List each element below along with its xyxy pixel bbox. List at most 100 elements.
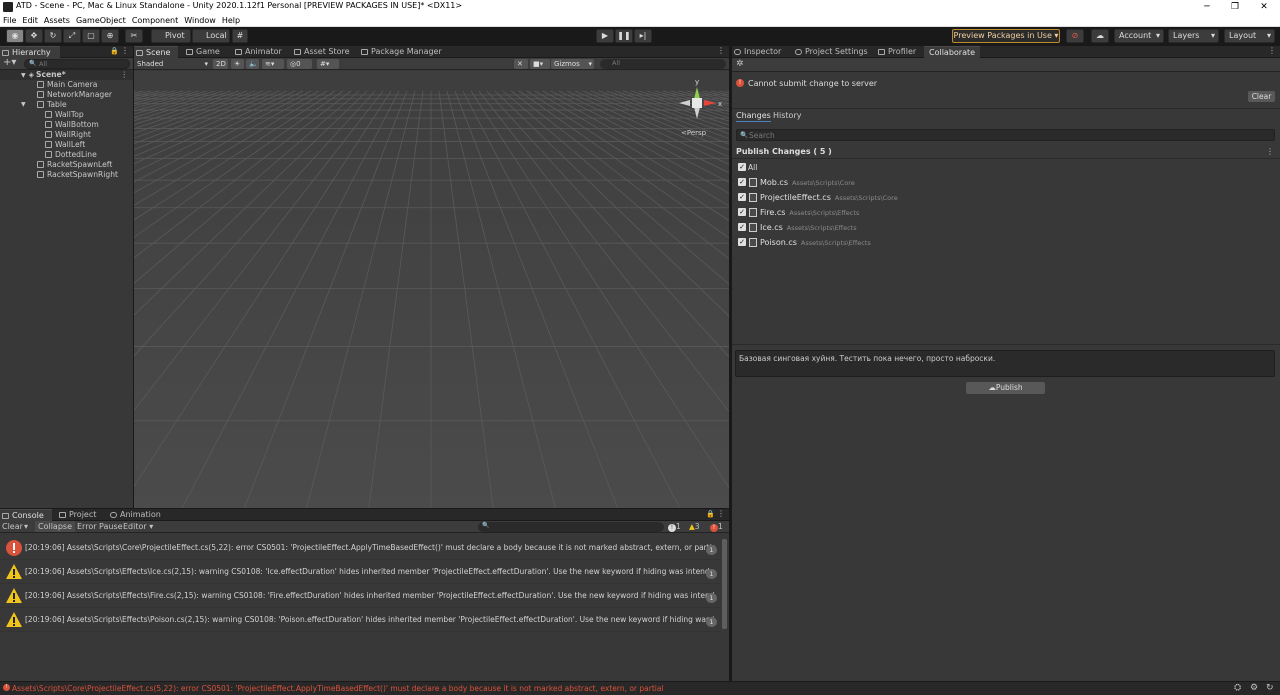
select-all-checkbox[interactable]: ✓ bbox=[738, 163, 746, 171]
tab-collaborate[interactable]: Collaborate bbox=[924, 46, 980, 58]
publish-button[interactable]: ☁Publish bbox=[966, 382, 1045, 394]
lock-icon[interactable]: 🔒 bbox=[706, 510, 715, 518]
tools-icon[interactable]: ✕ bbox=[514, 59, 528, 69]
pause-button[interactable]: ❚❚ bbox=[615, 29, 633, 43]
collab-search-input[interactable]: 🔍 Search bbox=[736, 129, 1275, 141]
persp-label[interactable]: <Persp bbox=[681, 129, 706, 137]
lock-icon[interactable]: 🔒 bbox=[110, 47, 119, 55]
tab-changes[interactable]: Changes bbox=[736, 111, 771, 122]
custom-tool-icon[interactable]: ✂ bbox=[125, 29, 143, 43]
effects-icon[interactable]: ≋▾ bbox=[262, 59, 284, 69]
maximize-icon[interactable]: ❐ bbox=[1221, 0, 1249, 14]
hierarchy-item[interactable]: WallLeft bbox=[0, 140, 133, 150]
tab-game[interactable]: Game bbox=[184, 46, 224, 58]
tab-history[interactable]: History bbox=[773, 111, 801, 120]
clear-options-icon[interactable]: ▾ bbox=[24, 522, 28, 531]
orientation-gizmo[interactable]: y x <Persp bbox=[674, 75, 724, 137]
account-dropdown[interactable]: Account ▾ bbox=[1114, 29, 1164, 43]
tab-project[interactable]: Project bbox=[57, 509, 102, 521]
warning-count-toggle[interactable]: ▲3 bbox=[689, 522, 700, 531]
close-icon[interactable]: ✕ bbox=[1250, 0, 1278, 14]
console-log-row[interactable]: [20:19:06] Assets\Scripts\Effects\Ice.cs… bbox=[0, 560, 721, 584]
preview-packages-button[interactable]: Preview Packages in Use ▾ bbox=[952, 29, 1060, 43]
play-button[interactable]: ▶ bbox=[596, 29, 614, 43]
error-pause-toggle[interactable]: Error Pause bbox=[77, 522, 123, 531]
tab-console[interactable]: Console bbox=[0, 509, 52, 521]
tab-asset-store[interactable]: Asset Store bbox=[292, 46, 352, 58]
kebab-menu-icon[interactable]: ⋮ bbox=[717, 509, 725, 518]
file-checkbox[interactable]: ✓ bbox=[738, 208, 746, 216]
shading-mode-dropdown[interactable]: Shaded ▾ bbox=[134, 59, 210, 69]
rect-tool-icon[interactable]: ▢ bbox=[82, 29, 100, 43]
tab-animation[interactable]: Animation bbox=[108, 509, 163, 521]
scene-search-input[interactable]: All bbox=[600, 59, 726, 69]
add-icon[interactable]: +▾ bbox=[3, 57, 16, 68]
menu-edit[interactable]: Edit bbox=[19, 14, 41, 27]
info-count-toggle[interactable]: ! 1 bbox=[668, 522, 681, 532]
hierarchy-item[interactable]: Main Camera bbox=[0, 80, 133, 90]
gizmos-dropdown[interactable]: Gizmos ▾ bbox=[551, 59, 594, 69]
kebab-menu-icon[interactable]: ⋮ bbox=[1268, 46, 1276, 55]
kebab-menu-icon[interactable]: ⋮ bbox=[1266, 147, 1274, 156]
tab-inspector[interactable]: Inspector bbox=[732, 46, 784, 58]
pivot-toggle[interactable]: Pivot bbox=[151, 29, 191, 43]
commit-message-input[interactable]: Базовая синговая хуйня. Тестить пока неч… bbox=[735, 350, 1275, 377]
tab-profiler[interactable]: Profiler bbox=[876, 46, 918, 58]
scene-viewport[interactable]: y x <Persp bbox=[134, 71, 729, 508]
changed-file-row[interactable]: ✓ Mob.cs Assets\Scripts\Core bbox=[732, 175, 1280, 190]
changed-file-row[interactable]: ✓ Ice.cs Assets\Scripts\Effects bbox=[732, 220, 1280, 235]
collab-status-icon[interactable]: ↻ bbox=[1266, 683, 1274, 693]
console-scrollbar[interactable] bbox=[722, 539, 727, 629]
menu-gameobject[interactable]: GameObject bbox=[73, 14, 129, 27]
cloud-icon[interactable]: ☁ bbox=[1091, 29, 1109, 43]
status-bar[interactable]: ! Assets\Scripts\Core\ProjectileEffect.c… bbox=[0, 681, 1280, 695]
camera-icon[interactable]: ■▾ bbox=[530, 59, 550, 69]
hierarchy-search-input[interactable]: 🔍 All bbox=[24, 59, 130, 69]
tab-project-settings[interactable]: Project Settings bbox=[793, 46, 868, 58]
console-log-row[interactable]: [20:19:06] Assets\Scripts\Effects\Poison… bbox=[0, 608, 721, 632]
tab-animator[interactable]: Animator bbox=[233, 46, 283, 58]
hierarchy-item[interactable]: WallRight bbox=[0, 130, 133, 140]
hierarchy-item[interactable]: WallBottom bbox=[0, 120, 133, 130]
file-checkbox[interactable]: ✓ bbox=[738, 223, 746, 231]
menu-help[interactable]: Help bbox=[219, 14, 243, 27]
layers-dropdown[interactable]: Layers ▾ bbox=[1168, 29, 1219, 43]
menu-file[interactable]: File bbox=[0, 14, 19, 27]
audio-icon[interactable]: 🔈 bbox=[246, 59, 259, 69]
file-checkbox[interactable]: ✓ bbox=[738, 193, 746, 201]
scene-root[interactable]: ▼ ◈ Scene* ⋮ bbox=[0, 70, 133, 80]
move-tool-icon[interactable]: ✥ bbox=[25, 29, 43, 43]
minimize-icon[interactable]: ─ bbox=[1193, 0, 1221, 14]
step-button[interactable]: ▸| bbox=[634, 29, 652, 43]
tab-scene[interactable]: Scene bbox=[134, 46, 178, 58]
console-search-input[interactable]: 🔍 bbox=[478, 522, 664, 532]
changed-file-row[interactable]: ✓ Poison.cs Assets\Scripts\Effects bbox=[732, 235, 1280, 250]
lighting-icon[interactable]: ☀ bbox=[231, 59, 244, 69]
snap-icon[interactable]: # bbox=[232, 29, 248, 43]
file-checkbox[interactable]: ✓ bbox=[738, 178, 746, 186]
error-count-toggle[interactable]: ! 1 bbox=[710, 522, 723, 532]
kebab-menu-icon[interactable]: ⋮ bbox=[121, 46, 129, 55]
file-checkbox[interactable]: ✓ bbox=[738, 238, 746, 246]
expand-arrow-icon[interactable]: ▼ bbox=[21, 100, 26, 110]
rotate-tool-icon[interactable]: ↻ bbox=[44, 29, 62, 43]
hierarchy-item[interactable]: RacketSpawnRight bbox=[0, 170, 133, 180]
progress-icon[interactable]: ⛭ bbox=[1234, 683, 1241, 693]
scale-tool-icon[interactable]: ⤢ bbox=[63, 29, 81, 43]
local-toggle[interactable]: Local bbox=[192, 29, 230, 43]
hierarchy-item[interactable]: NetworkManager bbox=[0, 90, 133, 100]
menu-assets[interactable]: Assets bbox=[41, 14, 73, 27]
hierarchy-item[interactable]: WallTop bbox=[0, 110, 133, 120]
transform-tool-icon[interactable]: ⊕ bbox=[101, 29, 119, 43]
clear-error-button[interactable]: Clear bbox=[1248, 91, 1275, 102]
view-tool-icon[interactable]: ◉ bbox=[6, 29, 24, 43]
menu-component[interactable]: Component bbox=[129, 14, 181, 27]
hierarchy-item[interactable]: DottedLine bbox=[0, 150, 133, 160]
collab-icon[interactable]: ⊘ bbox=[1066, 29, 1084, 43]
console-log-row[interactable]: [20:19:06] Assets\Scripts\Effects\Fire.c… bbox=[0, 584, 721, 608]
layout-dropdown[interactable]: Layout ▾ bbox=[1224, 29, 1275, 43]
changed-file-row[interactable]: ✓ Fire.cs Assets\Scripts\Effects bbox=[732, 205, 1280, 220]
2d-toggle[interactable]: 2D bbox=[213, 59, 228, 69]
grid-toggle-icon[interactable]: #▾ bbox=[317, 59, 339, 69]
menu-window[interactable]: Window bbox=[181, 14, 219, 27]
